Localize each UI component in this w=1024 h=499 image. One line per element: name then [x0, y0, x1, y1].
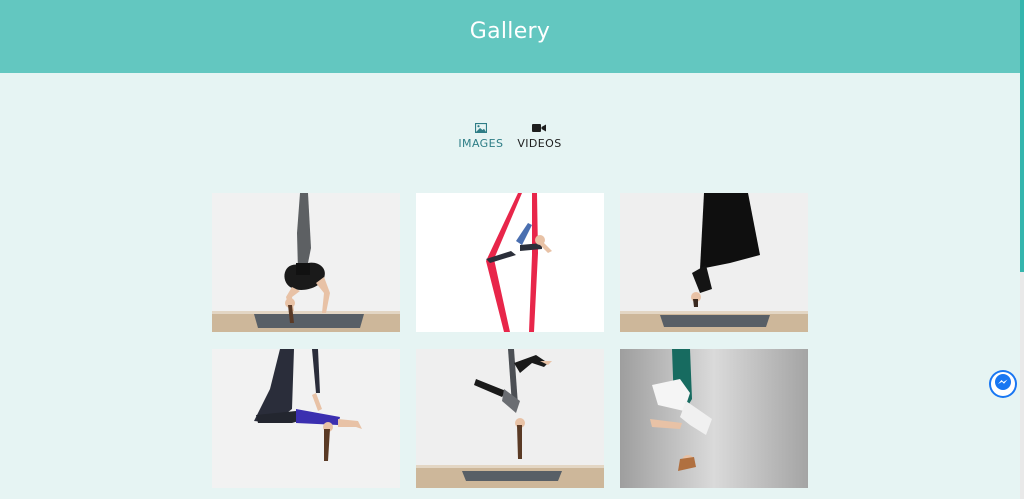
messenger-icon: [994, 373, 1012, 396]
gallery-image-1[interactable]: [212, 193, 400, 332]
image-icon: [474, 121, 487, 135]
gallery-image-2[interactable]: [416, 193, 604, 332]
page-header: Gallery: [0, 0, 1020, 73]
gallery-image-5[interactable]: [416, 349, 604, 488]
video-camera-icon: [532, 121, 547, 135]
gallery-image-3[interactable]: [620, 193, 808, 332]
image-gallery-grid: [212, 193, 808, 488]
tab-videos-label: VIDEOS: [517, 137, 562, 150]
gallery-tabs: IMAGES VIDEOS: [0, 121, 1020, 150]
tab-images[interactable]: IMAGES: [458, 121, 503, 150]
tab-images-label: IMAGES: [458, 137, 504, 150]
scrollbar-thumb[interactable]: [1020, 0, 1024, 272]
gallery-image-4[interactable]: [212, 349, 400, 488]
aerial-hammock-green-photo: [620, 349, 808, 488]
messenger-chat-button[interactable]: [989, 370, 1017, 398]
page-title: Gallery: [469, 19, 551, 44]
tab-videos[interactable]: VIDEOS: [517, 121, 561, 150]
gallery-image-6[interactable]: [620, 349, 808, 488]
aerial-hammock-split-photo: [416, 349, 604, 488]
aerial-hammock-inversion-photo: [620, 193, 808, 332]
aerial-silk-backbend-photo: [212, 193, 400, 332]
scrollbar[interactable]: [1020, 0, 1024, 499]
aerial-hammock-blue-outfit-photo: [212, 349, 400, 488]
aerial-silk-red-split-photo: [416, 193, 604, 332]
